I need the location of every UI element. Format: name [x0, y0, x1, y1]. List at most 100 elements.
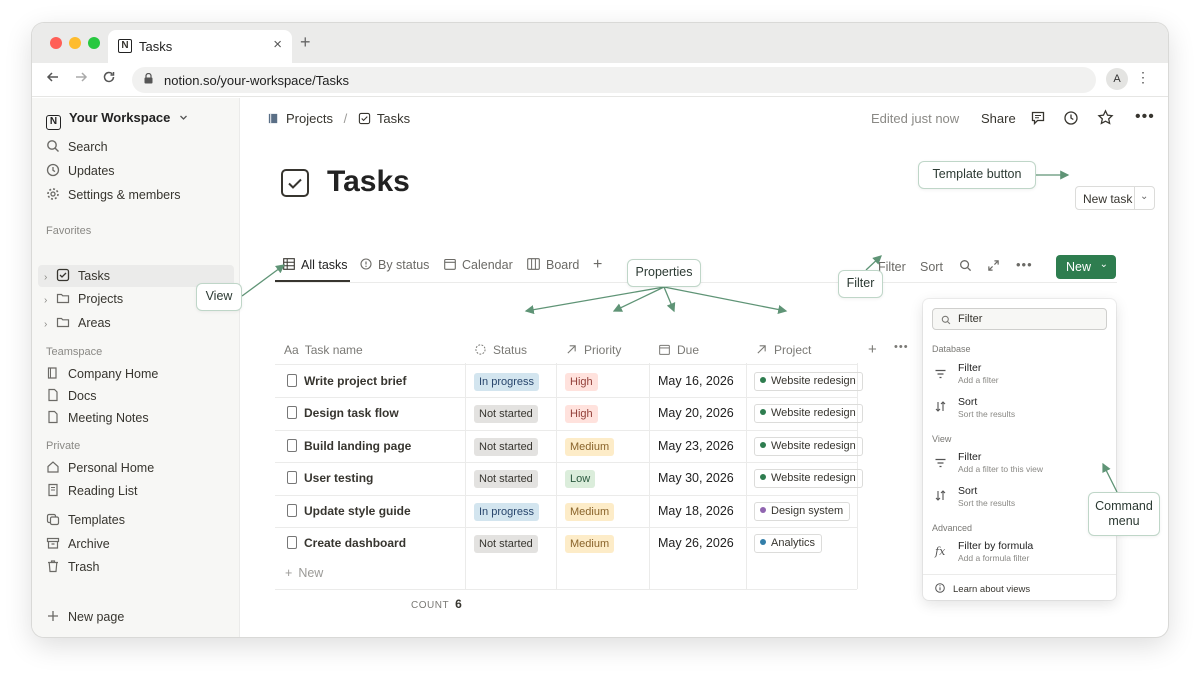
- sidebar-item-updates[interactable]: Updates: [46, 160, 115, 182]
- status-badge[interactable]: Not started: [474, 437, 538, 456]
- priority-badge[interactable]: High: [565, 405, 598, 424]
- sidebar-item-projects[interactable]: › Projects: [44, 288, 123, 310]
- chevron-right-icon[interactable]: ›: [44, 267, 56, 289]
- sidebar-item-reading-list[interactable]: Reading List: [46, 480, 138, 502]
- workspace-switcher[interactable]: N Your Workspace: [46, 110, 188, 130]
- project-tag[interactable]: Website redesign: [754, 372, 863, 391]
- sidebar-item-settings[interactable]: Settings & members: [46, 184, 181, 206]
- column-header-task-name[interactable]: Aa Task name: [284, 343, 363, 357]
- star-icon[interactable]: [1097, 109, 1114, 129]
- add-row-button[interactable]: + New: [285, 566, 323, 580]
- sidebar-item-personal-home[interactable]: Personal Home: [46, 457, 154, 479]
- search-icon[interactable]: [959, 259, 972, 275]
- sort-button[interactable]: Sort: [920, 260, 943, 274]
- back-arrow-icon[interactable]: [46, 70, 60, 89]
- sidebar-item-search[interactable]: Search: [46, 136, 108, 158]
- share-button[interactable]: Share: [981, 111, 1016, 126]
- status-badge[interactable]: Not started: [474, 470, 538, 489]
- close-tab-icon[interactable]: ×: [273, 36, 282, 53]
- add-property-icon[interactable]: +: [868, 341, 877, 358]
- menu-item-database-filter[interactable]: Filter Add a filter: [958, 362, 999, 385]
- priority-badge[interactable]: Medium: [565, 502, 615, 521]
- due-date-cell[interactable]: May 23, 2026: [658, 439, 734, 453]
- chevron-down-icon[interactable]: ⌄: [1140, 191, 1148, 202]
- due-date-cell[interactable]: May 26, 2026: [658, 536, 734, 550]
- task-name-cell[interactable]: Write project brief: [304, 374, 406, 388]
- tab-board[interactable]: Board: [527, 258, 579, 272]
- due-date-cell[interactable]: May 18, 2026: [658, 504, 734, 518]
- task-name-cell[interactable]: Build landing page: [304, 439, 411, 453]
- column-header-project[interactable]: Project: [756, 343, 811, 357]
- project-tag[interactable]: Website redesign: [754, 469, 863, 489]
- project-tag[interactable]: Design system: [754, 501, 851, 521]
- menu-item-view-sort[interactable]: Sort Sort the results: [958, 485, 1015, 508]
- chevron-right-icon[interactable]: ›: [44, 290, 56, 312]
- task-name-cell[interactable]: Design task flow: [304, 406, 399, 420]
- project-tag[interactable]: Analytics: [754, 534, 823, 553]
- add-view-icon[interactable]: +: [593, 256, 602, 274]
- priority-badge[interactable]: Low: [565, 470, 596, 489]
- project-tag[interactable]: Website redesign: [754, 404, 863, 424]
- close-window-icon[interactable]: [50, 37, 62, 49]
- new-button[interactable]: New ⌄: [1056, 255, 1116, 279]
- browser-menu-icon[interactable]: ⋮: [1136, 69, 1150, 86]
- breadcrumb-parent[interactable]: Projects: [286, 111, 333, 126]
- filter-button[interactable]: Filter: [878, 260, 906, 274]
- browser-tab[interactable]: N Tasks ×: [108, 30, 292, 63]
- column-header-status[interactable]: Status: [475, 343, 527, 357]
- page-title[interactable]: Tasks: [327, 165, 410, 199]
- zoom-window-icon[interactable]: [88, 37, 100, 49]
- expand-icon[interactable]: [987, 259, 1000, 275]
- sidebar-item-templates[interactable]: Templates: [46, 509, 125, 531]
- priority-badge[interactable]: High: [565, 373, 598, 391]
- status-badge[interactable]: In progress: [474, 373, 540, 391]
- reload-icon[interactable]: [102, 70, 116, 89]
- tab-calendar[interactable]: Calendar: [444, 258, 513, 272]
- task-name-cell[interactable]: Create dashboard: [304, 536, 406, 550]
- view-more-icon[interactable]: •••: [1016, 257, 1033, 272]
- due-date-cell[interactable]: May 16, 2026: [658, 374, 734, 388]
- learn-about-views-link[interactable]: Learn about views: [953, 584, 1030, 595]
- chevron-down-icon[interactable]: ⌄: [1100, 259, 1108, 270]
- due-date-cell[interactable]: May 30, 2026: [658, 471, 734, 485]
- status-badge[interactable]: In progress: [474, 502, 540, 521]
- sidebar-item-company-home[interactable]: Company Home: [46, 363, 158, 385]
- priority-badge[interactable]: Medium: [565, 437, 615, 456]
- menu-search-input[interactable]: Filter: [932, 308, 1107, 330]
- sidebar-item-docs[interactable]: Docs: [46, 385, 96, 407]
- forward-arrow-icon[interactable]: [74, 70, 88, 89]
- task-name-cell[interactable]: User testing: [304, 471, 373, 485]
- menu-item-filter-by-formula[interactable]: Filter by formula Add a formula filter: [958, 540, 1033, 563]
- tab-all-tasks[interactable]: All tasks: [283, 258, 348, 272]
- sidebar-item-areas[interactable]: › Areas: [44, 312, 111, 334]
- new-task-template-button[interactable]: New task ⌄: [1075, 186, 1155, 210]
- tab-title: Tasks: [139, 39, 173, 54]
- project-tag[interactable]: Website redesign: [754, 436, 863, 456]
- new-page-button[interactable]: New page: [46, 606, 124, 628]
- profile-avatar[interactable]: A: [1106, 68, 1128, 90]
- more-options-icon[interactable]: •••: [1135, 108, 1155, 126]
- column-header-priority[interactable]: Priority: [566, 343, 621, 357]
- new-tab-button[interactable]: +: [300, 32, 311, 53]
- menu-item-view-filter[interactable]: Filter Add a filter to this view: [958, 451, 1043, 474]
- sidebar-item-trash[interactable]: Trash: [46, 556, 100, 578]
- priority-badge[interactable]: Medium: [565, 535, 615, 553]
- sidebar-item-label: Meeting Notes: [68, 411, 149, 425]
- breadcrumb-current[interactable]: Tasks: [377, 111, 410, 126]
- tab-by-status[interactable]: By status: [360, 258, 429, 272]
- due-date-cell[interactable]: May 20, 2026: [658, 406, 734, 420]
- column-header-due[interactable]: Due: [659, 343, 699, 357]
- sidebar-item-meeting-notes[interactable]: Meeting Notes: [46, 407, 149, 429]
- status-badge[interactable]: Not started: [474, 405, 538, 424]
- minimize-window-icon[interactable]: [69, 37, 81, 49]
- task-name-cell[interactable]: Update style guide: [304, 504, 411, 518]
- column-more-icon[interactable]: •••: [894, 341, 909, 353]
- history-icon[interactable]: [1063, 110, 1079, 129]
- chevron-right-icon[interactable]: ›: [44, 314, 56, 336]
- status-badge[interactable]: Not started: [474, 535, 538, 553]
- sidebar-item-tasks[interactable]: › Tasks: [44, 265, 110, 287]
- comment-icon[interactable]: [1030, 110, 1046, 129]
- sidebar-item-archive[interactable]: Archive: [46, 533, 110, 555]
- address-bar[interactable]: notion.so/your-workspace/Tasks: [132, 67, 1096, 93]
- menu-item-database-sort[interactable]: Sort Sort the results: [958, 396, 1015, 419]
